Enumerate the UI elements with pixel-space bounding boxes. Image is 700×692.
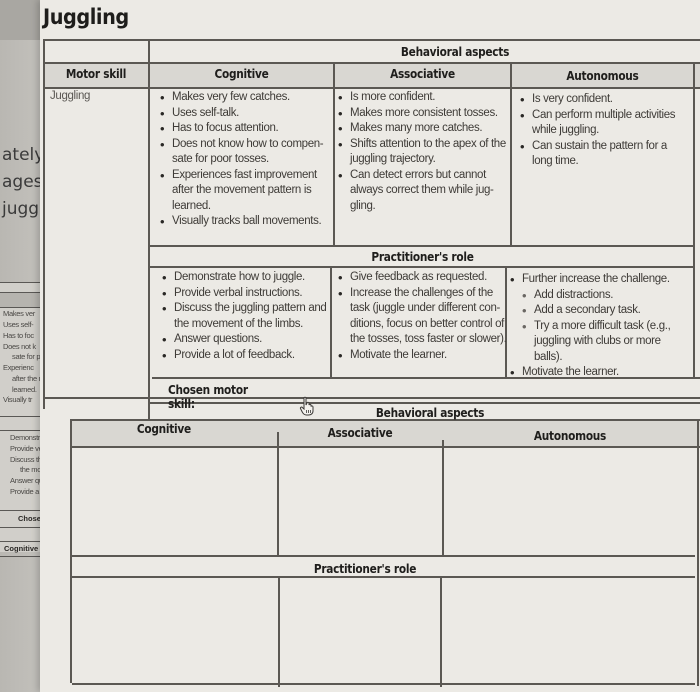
motor-skill-value: Juggling <box>50 90 91 102</box>
list-item: Has to focus attention. <box>160 121 335 137</box>
list-item: Does not know how to compen-sate for poo… <box>160 137 335 168</box>
list-item: Provide a lot of feedback. <box>162 348 337 364</box>
column-header-autonomous: Autonomous <box>566 69 639 83</box>
worksheet-column-header-autonomous: Autonomous <box>533 429 607 443</box>
list-item: Makes many more catches. <box>338 121 513 137</box>
list-item: Further increase the challenge. <box>510 272 695 288</box>
list-item: Makes very few catches. <box>160 90 335 106</box>
list-item: Uses self-talk. <box>160 106 335 122</box>
worksheet-practitioner-cell-cognitive[interactable] <box>72 578 277 682</box>
list-item: Makes more consistent tosses. <box>338 106 513 122</box>
background-mini-item: Answer qu <box>10 476 43 485</box>
list-item: Discuss the juggling pattern andthe move… <box>162 301 337 332</box>
behavioral-aspects-header: Behavioral aspects <box>400 45 510 59</box>
background-mini-item: Visually tr <box>3 395 33 404</box>
associative-behavior-list: Is more confident.Makes more consistent … <box>338 90 513 214</box>
background-mini-item: learned. <box>12 385 37 394</box>
practitioner-role-header: Practitioner's role <box>371 250 474 264</box>
cognitive-behavior-list: Makes very few catches.Uses self-talk.Ha… <box>160 90 335 230</box>
list-item: Motivate the learner. <box>510 365 695 381</box>
worksheet-column-header-associative: Associative <box>327 426 393 440</box>
list-item: Can perform multiple activitieswhile jug… <box>520 108 695 139</box>
document-title: Juggling <box>43 5 129 29</box>
practitioner-associative-list: Give feedback as requested.Increase the … <box>338 270 510 363</box>
list-item: Try a more difficult task (e.g.,juggling… <box>510 319 695 366</box>
hand-pointer-cursor-icon <box>299 396 314 416</box>
list-item: Demonstrate how to juggle. <box>162 270 337 286</box>
chosen-motor-skill-label: Chosen motor skill: <box>168 383 248 411</box>
worksheet-cell-autonomous[interactable] <box>444 448 696 554</box>
list-item: Is very confident. <box>520 92 695 108</box>
background-mini-item: Makes ver <box>3 309 35 318</box>
background-mini-item: Provide ve <box>10 444 43 453</box>
list-item: Provide verbal instructions. <box>162 286 337 302</box>
document-page: Juggling Behavioral aspects Motor skill … <box>40 0 700 692</box>
worksheet-cell-cognitive[interactable] <box>72 448 276 554</box>
list-item: Shifts attention to the apex of thejuggl… <box>338 137 513 168</box>
list-item: Add distractions. <box>510 288 695 304</box>
list-item: Experiences fast improvementafter the mo… <box>160 168 335 215</box>
chosen-motor-skill-input[interactable] <box>290 380 690 396</box>
practitioner-cognitive-list: Demonstrate how to juggle.Provide verbal… <box>162 270 337 363</box>
background-mini-item: Provide a <box>10 487 39 496</box>
background-mini-item: Does not k <box>3 342 36 351</box>
worksheet-cell-associative[interactable] <box>279 448 441 554</box>
practitioner-autonomous-list: Further increase the challenge.Add distr… <box>510 272 695 381</box>
background-mini-item: Discuss th <box>10 455 42 464</box>
worksheet-column-header-cognitive: Cognitive <box>136 422 191 436</box>
background-mini-item: Demonstr <box>10 433 41 442</box>
column-header-motor-skill: Motor skill <box>65 67 127 81</box>
list-item: Give feedback as requested. <box>338 270 510 286</box>
worksheet-practitioner-cell-associative[interactable] <box>280 578 439 682</box>
background-mini-item: Experienc <box>3 363 34 372</box>
background-mini-item: Uses self- <box>3 320 34 329</box>
list-item: Answer questions. <box>162 332 337 348</box>
list-item: Can detect errors but cannotalways corre… <box>338 168 513 215</box>
worksheet-practitioner-role-header: Practitioner's role <box>313 562 417 576</box>
column-header-cognitive: Cognitive <box>214 67 269 81</box>
list-item: Can sustain the pattern for along time. <box>520 139 695 170</box>
list-item: Is more confident. <box>338 90 513 106</box>
list-item: Motivate the learner. <box>338 348 510 364</box>
column-header-associative: Associative <box>390 67 455 81</box>
background-mini-item: Has to foc <box>3 331 34 340</box>
list-item: Add a secondary task. <box>510 303 695 319</box>
background-mini-cognitive-header: Cognitive <box>4 544 39 553</box>
worksheet-practitioner-cell-autonomous[interactable] <box>442 578 696 682</box>
worksheet-behavioral-aspects-header: Behavioral aspects <box>375 406 485 420</box>
list-item: Visually tracks ball movements. <box>160 214 335 230</box>
list-item: Increase the challenges of thetask (jugg… <box>338 286 510 348</box>
autonomous-behavior-list: Is very confident.Can perform multiple a… <box>520 92 695 170</box>
